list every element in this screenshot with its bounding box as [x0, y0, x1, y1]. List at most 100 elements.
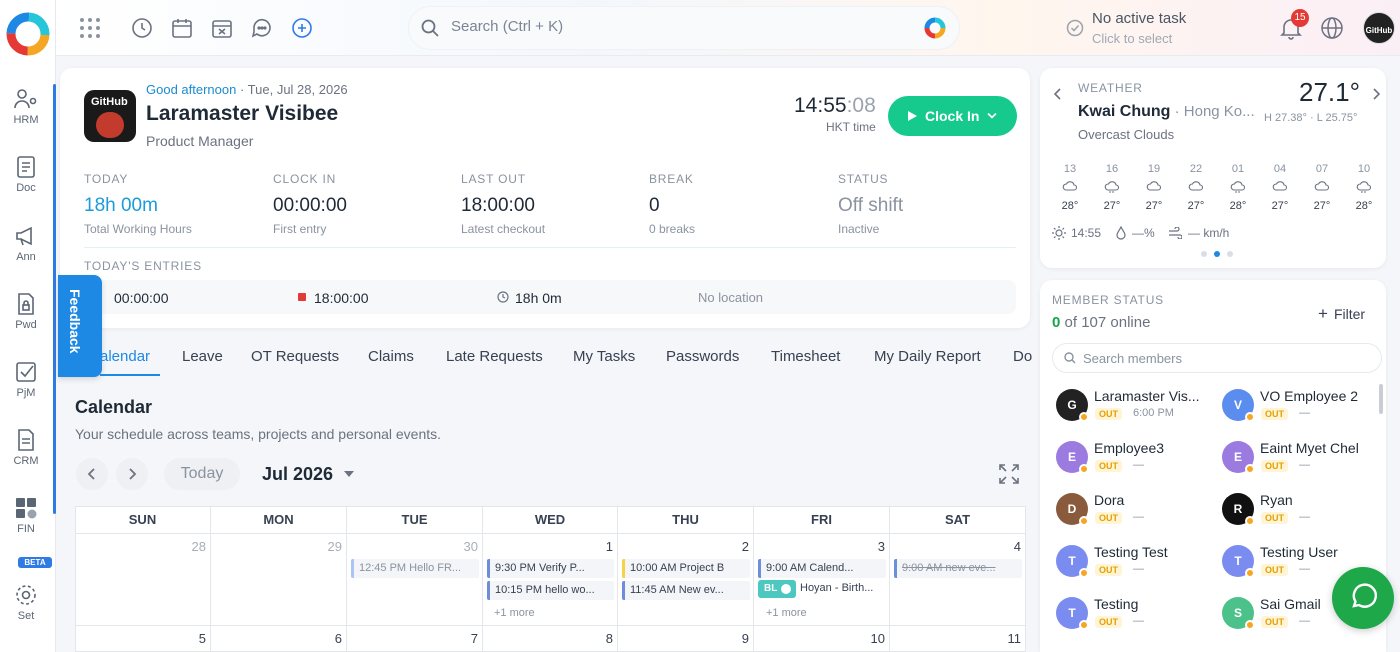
more-events-link[interactable]: +1 more: [766, 607, 807, 619]
tab-my-tasks[interactable]: My Tasks: [573, 348, 635, 365]
member-avatar[interactable]: E: [1056, 441, 1089, 474]
rain-cloud-icon: [1230, 181, 1246, 193]
filter-label: Filter: [1333, 306, 1366, 322]
tab-passwords[interactable]: Passwords: [666, 348, 739, 365]
member-name[interactable]: Testing: [1094, 596, 1138, 612]
calendar-x-icon[interactable]: [210, 16, 234, 40]
active-task-title[interactable]: No active task: [1092, 10, 1186, 27]
member-name[interactable]: Employee3: [1094, 440, 1164, 456]
sidebar-item-crm[interactable]: CRM: [0, 427, 52, 467]
feedback-tab[interactable]: Feedback: [58, 275, 102, 377]
calendar-event[interactable]: Hoyan - Birth...: [798, 579, 886, 598]
month-selector[interactable]: Jul 2026: [262, 464, 333, 485]
member-avatar[interactable]: D: [1056, 493, 1089, 526]
calendar-event[interactable]: 9:00 AM Calend...: [758, 559, 886, 578]
day-number: 3: [877, 539, 885, 554]
chevron-right-icon[interactable]: [1372, 88, 1380, 100]
member-list-scrollbar[interactable]: [1379, 384, 1383, 414]
member-name[interactable]: Testing Test: [1094, 544, 1168, 560]
carousel-dot[interactable]: [1227, 251, 1233, 257]
member-avatar[interactable]: T: [1056, 597, 1089, 630]
today-button[interactable]: Today: [164, 458, 240, 490]
status-dot: [1245, 516, 1255, 526]
day-number: 10: [870, 631, 885, 646]
calendar-event[interactable]: 11:45 AM New ev...: [622, 581, 750, 600]
tab-calendar[interactable]: alendar: [100, 348, 150, 365]
tab-more[interactable]: Do: [1013, 348, 1032, 365]
notification-count-badge: 15: [1291, 9, 1309, 27]
member-name[interactable]: Laramaster Vis...: [1094, 388, 1200, 404]
app-logo-icon[interactable]: [5, 11, 51, 57]
member-avatar[interactable]: E: [1222, 441, 1255, 474]
chat-button[interactable]: [1332, 567, 1394, 629]
profile-name: Laramaster Visibee: [146, 102, 339, 125]
member-name[interactable]: Testing User: [1260, 544, 1338, 560]
sidebar-item-fin[interactable]: FIN: [0, 495, 52, 535]
weather-label: WEATHER: [1078, 81, 1143, 95]
calendar-event[interactable]: 10:15 PM hello wo...: [487, 581, 614, 600]
globe-icon[interactable]: [1320, 16, 1344, 40]
calendar-icon[interactable]: [170, 16, 194, 40]
history-icon[interactable]: [130, 16, 154, 40]
profile-role: Product Manager: [146, 133, 254, 149]
sidebar-item-hrm[interactable]: HRM: [0, 86, 52, 126]
divider: [84, 247, 1016, 248]
sidebar-item-doc[interactable]: Doc: [0, 154, 52, 194]
tab-timesheet[interactable]: Timesheet: [771, 348, 840, 365]
next-month-button[interactable]: [116, 458, 148, 490]
status-dot: [1245, 568, 1255, 578]
tab-late-requests[interactable]: Late Requests: [446, 348, 543, 365]
member-name[interactable]: VO Employee 2: [1260, 388, 1358, 404]
carousel-dot-active[interactable]: [1214, 251, 1220, 257]
cloud-icon: [1146, 181, 1162, 191]
more-events-link[interactable]: +1 more: [494, 607, 535, 619]
calendar-event[interactable]: 10:00 AM Project B: [622, 559, 750, 578]
prev-month-button[interactable]: [76, 458, 108, 490]
calendar-event[interactable]: 9:30 PM Verify P...: [487, 559, 614, 578]
carousel-dot[interactable]: [1201, 251, 1207, 257]
tab-claims[interactable]: Claims: [368, 348, 414, 365]
add-circle-icon[interactable]: [290, 16, 314, 40]
member-avatar[interactable]: T: [1056, 545, 1089, 578]
clock-in-button[interactable]: Clock In: [888, 96, 1017, 136]
member-avatar[interactable]: V: [1222, 389, 1255, 422]
tab-leave[interactable]: Leave: [182, 348, 223, 365]
calendar-event[interactable]: 9:00 AM new eve...: [894, 559, 1022, 578]
search-input[interactable]: Search (Ctrl + K): [451, 18, 563, 35]
tab-ot-requests[interactable]: OT Requests: [251, 348, 339, 365]
out-badge: OUT: [1261, 564, 1288, 576]
filter-button[interactable]: + Filter: [1318, 304, 1365, 324]
sidebar-item-pjm[interactable]: PjM: [0, 359, 52, 399]
member-avatar[interactable]: R: [1222, 493, 1255, 526]
play-icon: [908, 111, 917, 121]
expand-icon[interactable]: [998, 463, 1020, 485]
member-name[interactable]: Eaint Myet Chel: [1260, 440, 1359, 456]
calendar-event[interactable]: 12:45 PM Hello FR...: [351, 559, 479, 578]
stat-sub-lastout: Latest checkout: [461, 222, 546, 236]
out-badge: OUT: [1095, 616, 1122, 628]
apps-grid-icon[interactable]: [78, 16, 102, 40]
chevron-left-icon: [87, 468, 95, 480]
chat-bubble-icon[interactable]: [250, 16, 274, 40]
sidebar-item-ann[interactable]: Ann: [0, 223, 52, 263]
day-number: 28: [191, 539, 206, 554]
member-name[interactable]: Ryan: [1260, 492, 1293, 508]
sidebar-item-set[interactable]: Set: [0, 582, 52, 622]
forecast-hour: 04: [1273, 163, 1287, 175]
clock-timezone: HKT time: [826, 120, 876, 134]
member-name[interactable]: Dora: [1094, 492, 1124, 508]
user-avatar[interactable]: GitHub: [1363, 12, 1395, 44]
member-avatar[interactable]: S: [1222, 597, 1255, 630]
day-header-wed: WED: [483, 506, 618, 534]
weather-humidity: —%: [1132, 226, 1155, 240]
member-name[interactable]: Sai Gmail: [1260, 596, 1321, 612]
member-last-time: —: [1133, 511, 1144, 523]
chevron-left-icon[interactable]: [1054, 88, 1062, 100]
member-avatar[interactable]: G: [1056, 389, 1089, 422]
tab-my-daily-report[interactable]: My Daily Report: [874, 348, 981, 365]
sidebar-item-pwd[interactable]: Pwd: [0, 291, 52, 331]
day-number: 6: [334, 631, 342, 646]
member-avatar[interactable]: T: [1222, 545, 1255, 578]
greeting-text: Good afternoon: [146, 82, 237, 97]
member-search-placeholder: Search members: [1083, 351, 1182, 366]
